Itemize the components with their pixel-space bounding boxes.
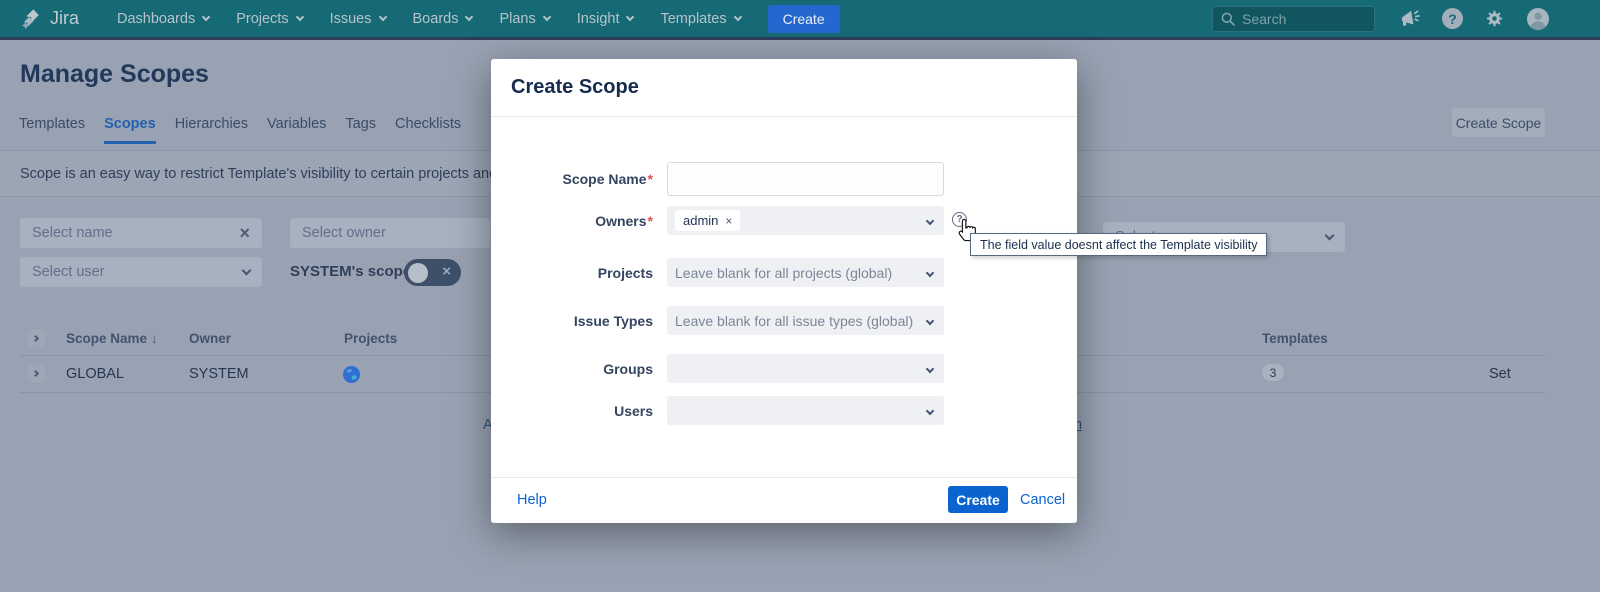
nav-item-dashboards[interactable]: Dashboards [117,11,209,27]
system-scope-toggle[interactable]: × [404,259,461,286]
chevron-down-icon [543,12,551,20]
nav-item-projects[interactable]: Projects [236,11,302,27]
chevron-down-icon [295,12,303,20]
chevron-down-icon [626,12,634,20]
owner-tag-admin: admin × [675,210,740,231]
scope-name-row: Scope Name* [491,162,1077,196]
nav-item-plans[interactable]: Plans [499,11,549,27]
page-title: Manage Scopes [20,60,209,89]
row-owner: SYSTEM [189,366,249,382]
filter-name-placeholder: Select name [32,225,239,241]
groups-label: Groups [491,361,653,377]
navbar-icons: ? [1398,0,1550,37]
column-header-scope-name[interactable]: Scope Name ↓ [66,331,158,346]
modal-footer-divider [491,477,1077,478]
tab-templates[interactable]: Templates [19,116,85,144]
row-set-action[interactable]: Set [1489,366,1511,382]
projects-label: Projects [491,265,653,281]
templates-count-badge: 3 [1262,364,1284,381]
toggle-off-icon: × [442,263,451,280]
tab-scopes[interactable]: Scopes [104,116,156,144]
chevron-right-icon [32,335,39,342]
nav-item-templates[interactable]: Templates [660,11,740,27]
tab-hierarchies[interactable]: Hierarchies [175,116,248,144]
required-asterisk: * [648,213,653,229]
modal-create-button[interactable]: Create [948,486,1008,513]
chevron-down-icon [733,12,741,20]
help-link[interactable]: Help [517,492,547,508]
issue-types-placeholder: Leave blank for all issue types (global) [675,313,913,329]
user-avatar[interactable] [1526,7,1550,31]
announcement-icon[interactable] [1398,7,1421,30]
column-header-projects[interactable]: Projects [344,331,397,346]
column-header-templates[interactable]: Templates [1262,331,1328,346]
users-select[interactable] [667,396,944,425]
scope-name-label: Scope Name* [491,171,653,187]
sort-desc-icon: ↓ [151,331,158,346]
filter-owner-placeholder: Select owner [302,225,478,241]
navbar-bottom-border [0,37,1600,40]
scope-name-input[interactable] [667,162,944,196]
tab-checklists[interactable]: Checklists [395,116,461,144]
chevron-down-icon [378,12,386,20]
field-help-tooltip: The field value doesnt affect the Templa… [970,233,1267,256]
chevron-down-icon [202,12,210,20]
tab-variables[interactable]: Variables [267,116,326,144]
groups-row: Groups [491,354,1077,383]
chevron-down-icon [1325,230,1335,240]
nav-item-insight[interactable]: Insight [577,11,634,27]
modal-header-divider [491,116,1077,117]
help-icon[interactable]: ? [1442,8,1463,29]
users-row: Users [491,396,1077,425]
projects-select[interactable]: Leave blank for all projects (global) [667,258,944,287]
jira-logo[interactable]: Jira [20,8,79,30]
users-label: Users [491,403,653,419]
owners-select[interactable]: admin × [667,206,944,235]
create-scope-button[interactable]: Create Scope [1452,108,1545,137]
column-header-owner[interactable]: Owner [189,331,231,346]
filter-user-placeholder: Select user [32,264,243,280]
jira-logo-text: Jira [50,8,79,29]
row-scope-name: GLOBAL [66,366,124,382]
nav-item-issues[interactable]: Issues [330,11,386,27]
expand-all-button[interactable] [28,330,45,347]
remove-tag-icon[interactable]: × [725,214,732,228]
nav-create-button[interactable]: Create [768,5,840,33]
chevron-down-icon [465,12,473,20]
modal-title: Create Scope [511,76,639,99]
filter-owner-input[interactable]: Select owner [290,218,490,248]
nav-menu: Dashboards Projects Issues Boards Plans … [117,11,741,27]
row-expand-button[interactable] [28,365,45,382]
search-input[interactable] [1242,11,1362,27]
create-scope-modal: Create Scope Scope Name* Owners* admin ×… [491,59,1077,523]
nav-item-boards[interactable]: Boards [413,11,473,27]
owners-label: Owners* [491,213,653,229]
issue-types-row: Issue Types Leave blank for all issue ty… [491,306,1077,335]
global-search[interactable] [1212,6,1375,32]
filter-user-select[interactable]: Select user [20,257,262,287]
chevron-down-icon [242,265,252,275]
gear-icon[interactable] [1484,8,1505,29]
filter-name-input[interactable]: Select name × [20,218,262,248]
projects-placeholder: Leave blank for all projects (global) [675,265,892,281]
scopes-description: Scope is an easy way to restrict Templat… [20,166,558,182]
clear-icon[interactable]: × [239,224,250,242]
tab-tags[interactable]: Tags [345,116,376,144]
groups-select[interactable] [667,354,944,383]
jira-logo-icon [20,8,43,30]
globe-icon [343,366,360,383]
chevron-right-icon [32,370,39,377]
required-asterisk: * [648,171,653,187]
projects-row: Projects Leave blank for all projects (g… [491,258,1077,287]
search-icon [1221,12,1235,26]
owners-row: Owners* admin × [491,206,1077,235]
toggle-knob [408,263,428,283]
tab-bar: Templates Scopes Hierarchies Variables T… [19,116,461,144]
issue-types-label: Issue Types [491,313,653,329]
system-scope-label: SYSTEM's scope [290,263,411,280]
issue-types-select[interactable]: Leave blank for all issue types (global) [667,306,944,335]
modal-cancel-link[interactable]: Cancel [1020,492,1065,508]
